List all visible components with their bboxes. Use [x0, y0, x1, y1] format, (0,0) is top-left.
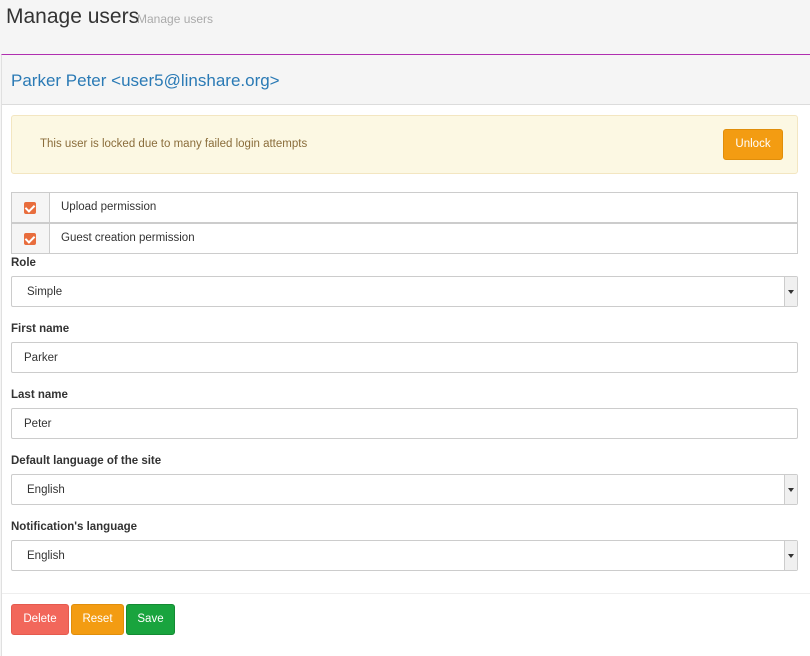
guest-creation-permission-checkbox[interactable]: [24, 233, 36, 245]
panel-heading: Parker Peter <user5@linshare.org>: [2, 55, 810, 105]
notification-language-value: English: [27, 550, 65, 562]
unlock-button[interactable]: Unlock: [723, 129, 783, 160]
last-name-input[interactable]: Peter: [11, 408, 798, 439]
chevron-down-icon: [784, 541, 797, 570]
user-edit-panel: Parker Peter <user5@linshare.org> This u…: [1, 54, 810, 656]
guest-creation-permission-row: Guest creation permission: [11, 223, 798, 254]
upload-permission-checkbox[interactable]: [24, 202, 36, 214]
site-language-label: Default language of the site: [11, 455, 162, 467]
user-title: Parker Peter <user5@linshare.org>: [11, 71, 280, 90]
locked-user-alert: This user is locked due to many failed l…: [11, 115, 798, 174]
role-value: Simple: [27, 286, 63, 298]
notification-language-select[interactable]: English: [11, 540, 798, 571]
last-name-value: Peter: [24, 418, 52, 430]
role-label: Role: [11, 257, 36, 269]
first-name-value: Parker: [24, 352, 58, 364]
chevron-down-icon: [784, 277, 797, 306]
alert-message: This user is locked due to many failed l…: [40, 138, 308, 150]
upload-permission-row: Upload permission: [11, 192, 798, 223]
checkbox-cell: [12, 224, 50, 253]
delete-button[interactable]: Delete: [11, 604, 69, 635]
save-button[interactable]: Save: [126, 604, 175, 635]
notification-language-label: Notification's language: [11, 521, 138, 533]
checkbox-cell: [12, 193, 50, 222]
upload-permission-label: Upload permission: [61, 201, 157, 213]
page-header: Manage users Manage users: [0, 0, 810, 54]
page-title: Manage users: [6, 5, 140, 28]
chevron-down-icon: [784, 475, 797, 504]
reset-button[interactable]: Reset: [71, 604, 124, 635]
role-select[interactable]: Simple: [11, 276, 798, 307]
last-name-label: Last name: [11, 389, 68, 401]
site-language-value: English: [27, 484, 65, 496]
divider: [2, 593, 810, 594]
guest-creation-permission-label: Guest creation permission: [61, 232, 195, 244]
first-name-label: First name: [11, 323, 70, 335]
site-language-select[interactable]: English: [11, 474, 798, 505]
first-name-input[interactable]: Parker: [11, 342, 798, 373]
breadcrumb: Manage users: [137, 12, 214, 26]
